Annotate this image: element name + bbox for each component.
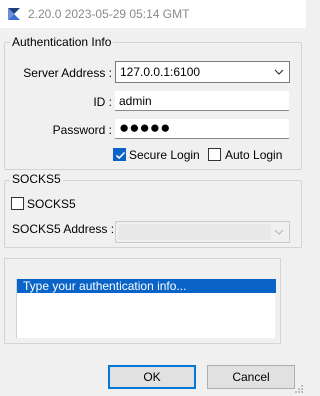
server-address-combo[interactable]: 127.0.0.1:6100: [115, 61, 290, 83]
socks5-checkbox-label[interactable]: SOCKS5: [27, 197, 76, 211]
title-bar: 2.20.0 2023-05-29 05:14 GMT: [0, 0, 306, 28]
secure-login-label[interactable]: Secure Login: [129, 148, 200, 162]
socks5-address-value: [118, 224, 271, 240]
ok-button[interactable]: OK: [108, 365, 196, 389]
server-address-label: Server Address :: [23, 66, 112, 80]
socks5-address-label: SOCKS5 Address :: [12, 222, 115, 236]
password-label: Password :: [52, 123, 112, 137]
socks5-address-combo[interactable]: [115, 221, 290, 243]
chevron-down-icon[interactable]: [273, 226, 285, 238]
id-value: admin: [119, 94, 152, 108]
authentication-group-title: Authentication Info: [10, 35, 114, 49]
password-mask: ●●●●●: [119, 118, 171, 137]
resize-grip-icon[interactable]: [294, 384, 304, 394]
id-field[interactable]: admin: [115, 91, 289, 111]
window-title: 2.20.0 2023-05-29 05:14 GMT: [28, 7, 190, 21]
cancel-button[interactable]: Cancel: [207, 365, 295, 389]
password-field[interactable]: ●●●●●: [115, 118, 289, 139]
checkmark-icon: [115, 151, 126, 160]
app-logo-icon: [8, 8, 20, 20]
secure-login-checkbox[interactable]: [113, 148, 126, 161]
socks5-group-title: SOCKS5: [10, 172, 63, 186]
chevron-down-icon[interactable]: [273, 66, 285, 78]
socks5-checkbox[interactable]: [11, 197, 24, 210]
id-label: ID :: [93, 95, 112, 109]
info-message: Type your authentication info...: [17, 279, 276, 293]
server-address-value: 127.0.0.1:6100: [120, 65, 201, 79]
info-panel: Type your authentication info...: [4, 258, 281, 344]
auto-login-checkbox[interactable]: [208, 148, 221, 161]
info-text-box: Type your authentication info...: [16, 279, 276, 338]
auto-login-label[interactable]: Auto Login: [225, 148, 282, 162]
